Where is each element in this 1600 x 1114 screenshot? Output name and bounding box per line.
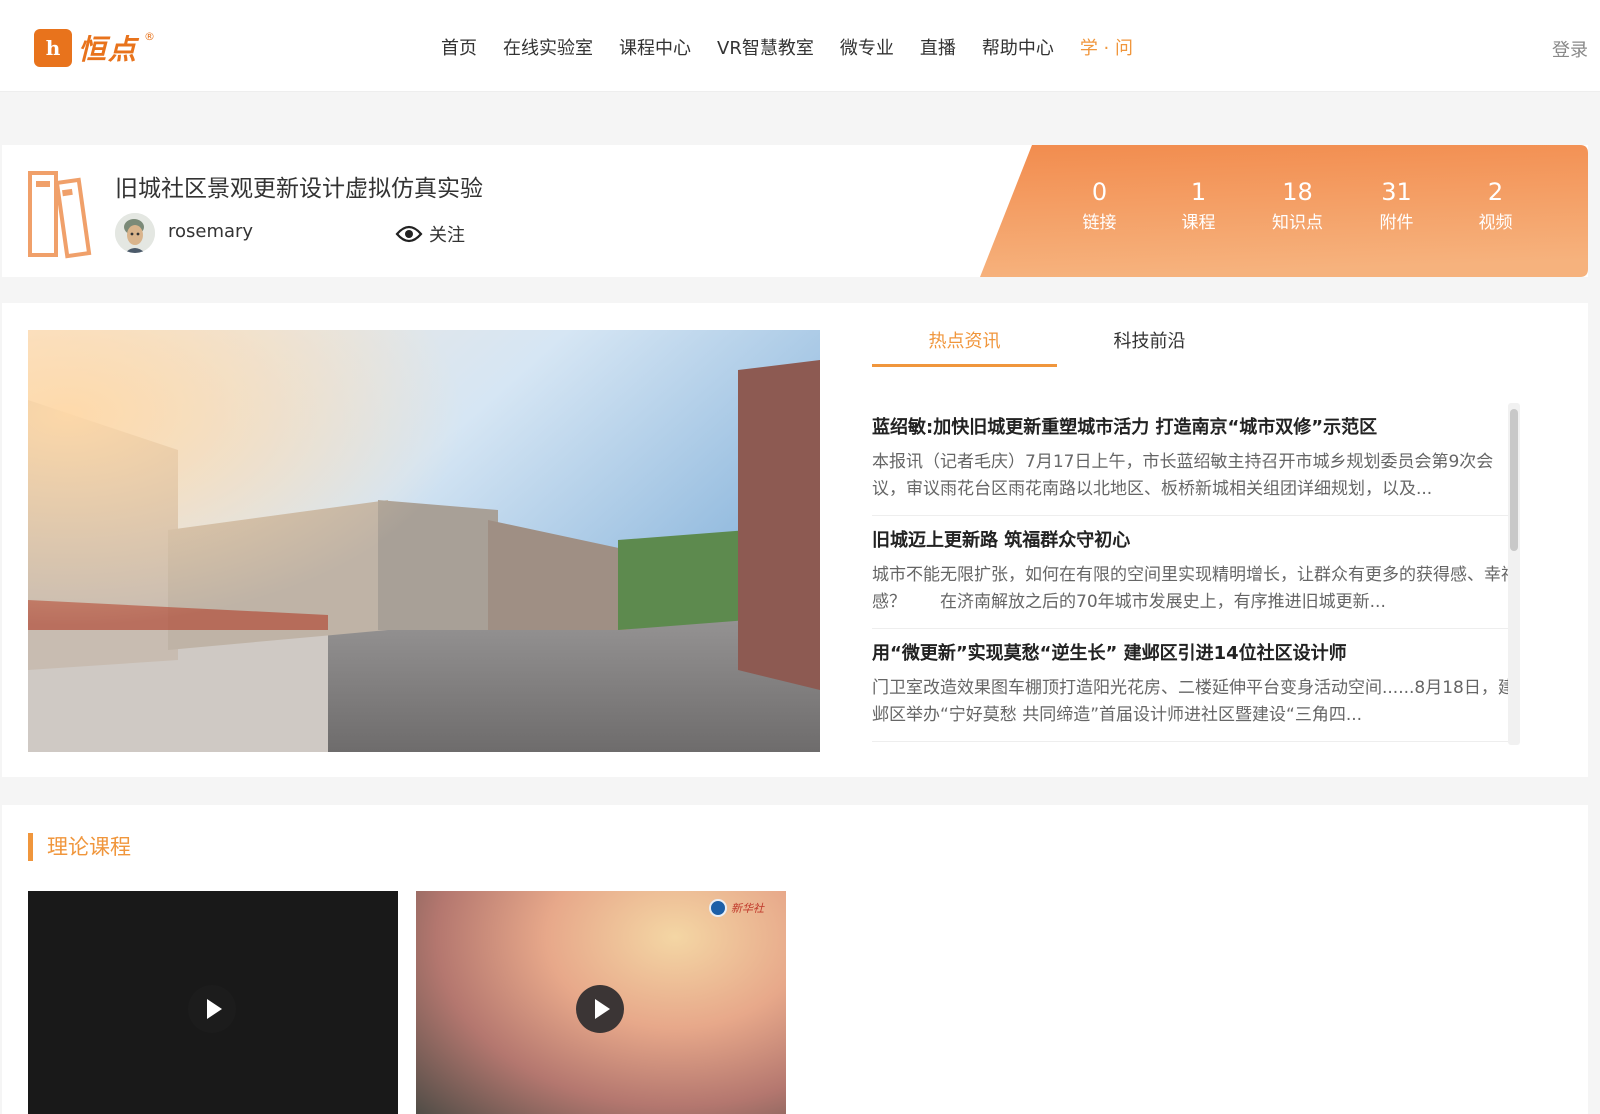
nav-item-vr-classroom[interactable]: VR智慧教室 <box>717 34 814 60</box>
news-summary: 门卫室改造效果图车棚顶打造阳光花房、二楼延伸平台变身活动空间......8月18… <box>872 678 1515 725</box>
course-stats: 0 链接 1 课程 18 知识点 31 附件 2 视频 <box>1050 175 1545 237</box>
author-name[interactable]: rosemary <box>168 221 253 242</box>
news-item[interactable]: 旧城迈上更新路 筑福群众守初心 城市不能无限扩张，如何在有限的空间里实现精明增长… <box>872 516 1518 629</box>
nav-item-course-center[interactable]: 课程中心 <box>619 34 691 60</box>
nav-item-xuewen[interactable]: 学 · 问 <box>1080 34 1133 60</box>
login-link[interactable]: 登录 <box>1552 36 1588 62</box>
stat-links-label: 链接 <box>1082 213 1117 233</box>
logo-registered-mark: ® <box>144 29 156 43</box>
stat-links-value: 0 <box>1091 178 1108 206</box>
stat-videos-label: 视频 <box>1478 213 1513 233</box>
nav-item-live[interactable]: 直播 <box>920 34 956 60</box>
news-item[interactable]: 蓝绍敏:加快旧城更新重塑城市活力 打造南京“城市双修”示范区 本报讯（记者毛庆）… <box>872 403 1518 516</box>
top-header: h 恒点 ® 首页 在线实验室 课程中心 VR智慧教室 微专业 直播 帮助中心 … <box>0 0 1600 92</box>
news-list: 蓝绍敏:加快旧城更新重塑城市活力 打造南京“城市双修”示范区 本报讯（记者毛庆）… <box>872 403 1518 742</box>
news-summary: 本报讯（记者毛庆）7月17日上午，市长蓝绍敏主持召开市城乡规划委员会第9次会议，… <box>872 452 1494 499</box>
section-title: 理论课程 <box>28 833 131 861</box>
watermark-logo: 新华社 <box>709 899 764 917</box>
seal-icon <box>709 899 727 917</box>
author-avatar[interactable] <box>115 213 155 253</box>
hero-image <box>28 330 820 752</box>
watermark-text: 新华社 <box>731 902 764 915</box>
logo-badge: h <box>34 29 72 67</box>
books-icon <box>28 171 92 259</box>
stat-knowledge-points[interactable]: 18 知识点 <box>1248 175 1347 237</box>
main-nav: 首页 在线实验室 课程中心 VR智慧教室 微专业 直播 帮助中心 学 · 问 <box>441 34 1159 60</box>
news-item[interactable]: 用“微更新”实现莫愁“逆生长” 建邺区引进14位社区设计师 门卫室改造效果图车棚… <box>872 629 1518 742</box>
nav-item-help-center[interactable]: 帮助中心 <box>982 34 1054 60</box>
stat-videos[interactable]: 2 视频 <box>1446 175 1545 237</box>
course-title: 旧城社区景观更新设计虚拟仿真实验 <box>115 176 483 202</box>
news-list-container: 蓝绍敏:加快旧城更新重塑城市活力 打造南京“城市双修”示范区 本报讯（记者毛庆）… <box>872 403 1520 745</box>
site-logo[interactable]: h 恒点 ® <box>34 28 155 68</box>
news-scrollbar[interactable] <box>1508 403 1520 745</box>
news-title: 蓝绍敏:加快旧城更新重塑城市活力 打造南京“城市双修”示范区 <box>872 417 1378 438</box>
main-panel: 热点资讯 科技前沿 蓝绍敏:加快旧城更新重塑城市活力 打造南京“城市双修”示范区… <box>2 303 1588 777</box>
tab-tech-frontier[interactable]: 科技前沿 <box>1057 327 1242 367</box>
news-title: 旧城迈上更新路 筑福群众守初心 <box>872 530 1131 551</box>
news-tabs: 热点资讯 科技前沿 <box>872 327 1242 367</box>
nav-item-home[interactable]: 首页 <box>441 34 477 60</box>
play-icon[interactable] <box>576 985 624 1033</box>
stat-knowledge-points-value: 18 <box>1282 178 1313 206</box>
course-banner: 旧城社区景观更新设计虚拟仿真实验 rosemary 关注 0 链接 1 课程 1… <box>2 145 1588 277</box>
stat-courses-label: 课程 <box>1181 213 1216 233</box>
stat-attachments-label: 附件 <box>1379 213 1414 233</box>
nav-item-online-lab[interactable]: 在线实验室 <box>503 34 593 60</box>
eye-icon <box>395 225 423 243</box>
stat-links[interactable]: 0 链接 <box>1050 175 1149 237</box>
stat-knowledge-points-label: 知识点 <box>1272 213 1323 233</box>
nav-item-micro-major[interactable]: 微专业 <box>840 34 894 60</box>
follow-label: 关注 <box>429 225 465 246</box>
play-icon[interactable] <box>188 985 236 1033</box>
stat-attachments[interactable]: 31 附件 <box>1347 175 1446 237</box>
stat-courses-value: 1 <box>1190 178 1207 206</box>
video-card[interactable]: 新华社 <box>416 891 786 1114</box>
stat-videos-value: 2 <box>1487 178 1504 206</box>
tab-hot-news[interactable]: 热点资讯 <box>872 327 1057 367</box>
news-scroll-thumb[interactable] <box>1510 409 1518 551</box>
news-summary: 城市不能无限扩张，如何在有限的空间里实现精明增长，让群众有更多的获得感、幸福感？… <box>872 565 1518 612</box>
theory-courses-section: 理论课程 新华社 <box>2 805 1588 1114</box>
news-title: 用“微更新”实现莫愁“逆生长” 建邺区引进14位社区设计师 <box>872 643 1347 664</box>
stat-attachments-value: 31 <box>1381 178 1412 206</box>
video-card[interactable] <box>28 891 398 1114</box>
logo-text: 恒点 <box>78 33 139 66</box>
follow-button[interactable]: 关注 <box>395 221 465 247</box>
stat-courses[interactable]: 1 课程 <box>1149 175 1248 237</box>
